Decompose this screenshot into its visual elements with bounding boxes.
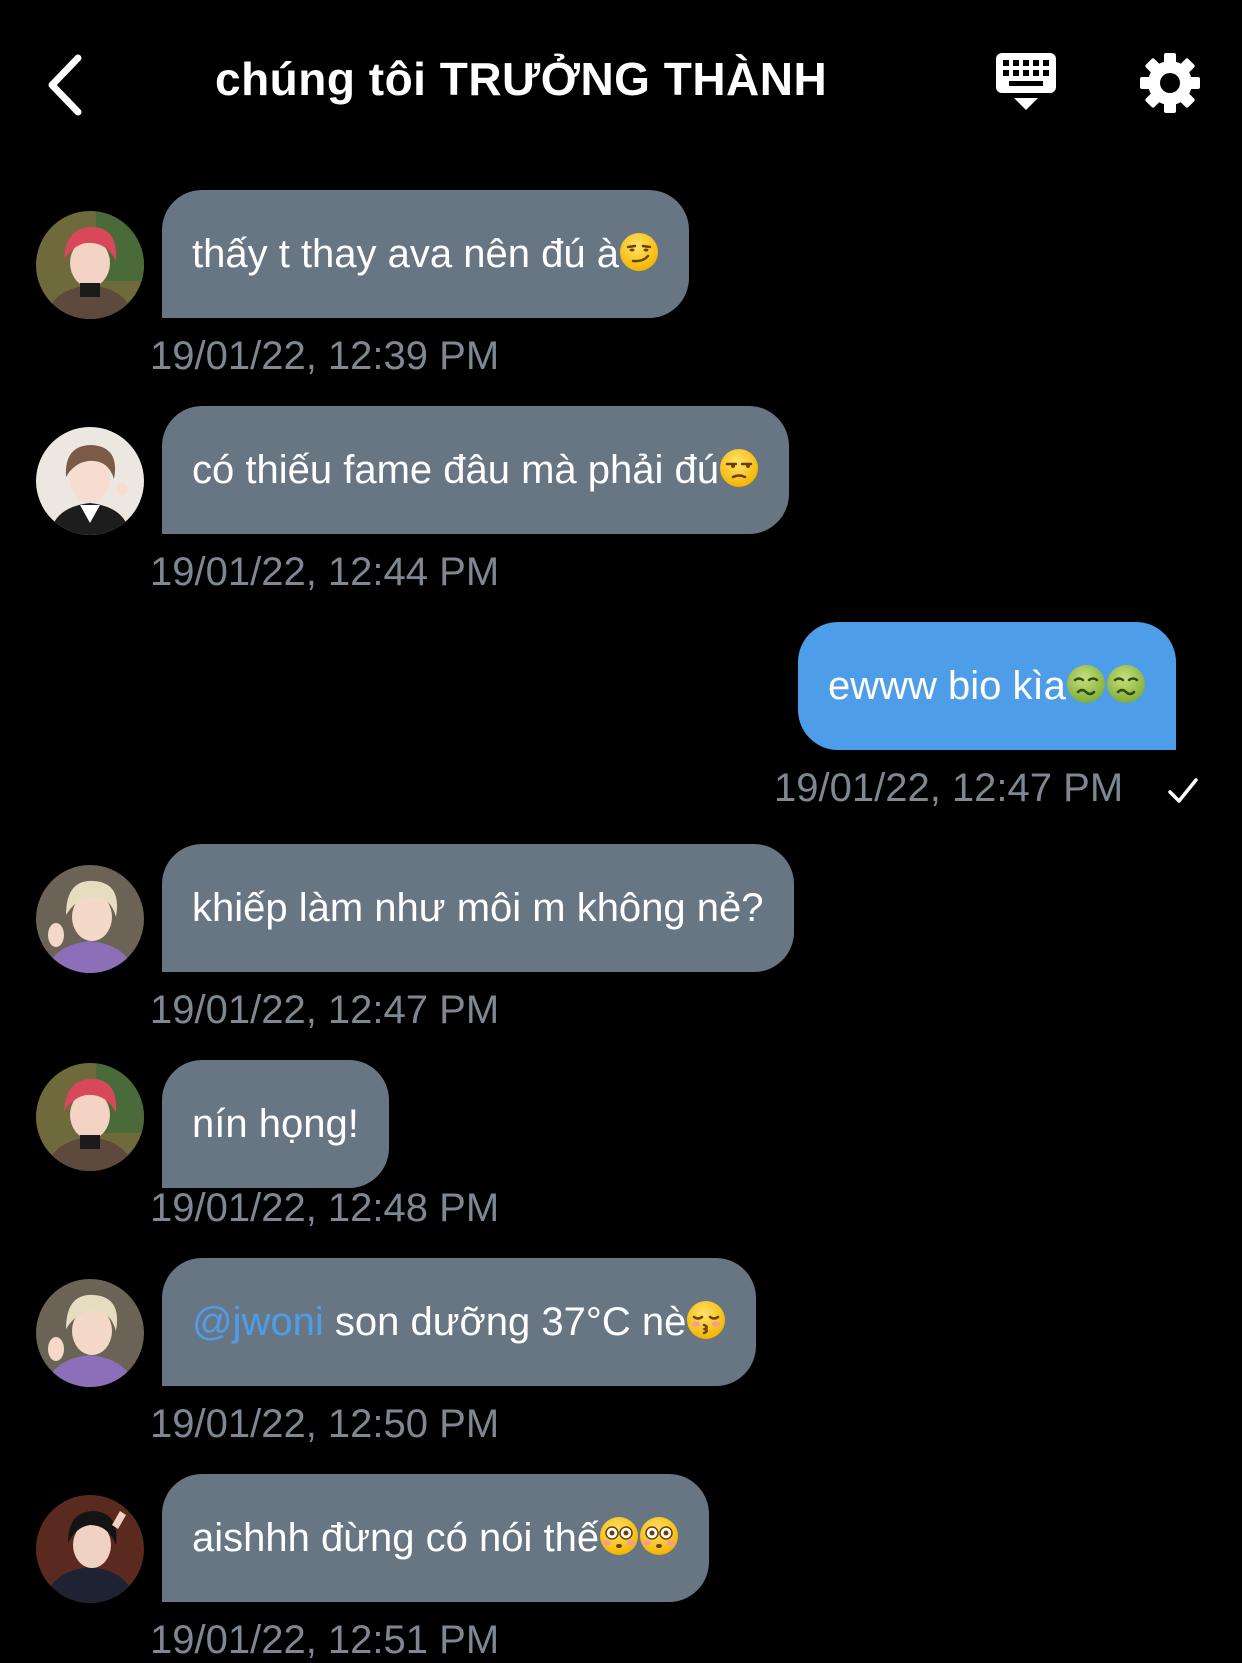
dark-hair-avatar	[36, 1495, 144, 1603]
avatar[interactable]	[36, 427, 144, 535]
avatar[interactable]	[36, 1495, 144, 1603]
message-text: aishhh đừng có nói thế	[192, 1516, 600, 1560]
avatar[interactable]	[36, 865, 144, 973]
message-bubble-outgoing[interactable]: ewww bio kìa	[798, 622, 1176, 750]
nauseated-emoji-icon	[1106, 665, 1145, 704]
message-text: nín họng!	[192, 1102, 359, 1146]
message-timestamp: 19/01/22, 12:51 PM	[150, 1618, 500, 1662]
chat-title: chúng tôi TRƯỞNG THÀNH	[215, 53, 828, 105]
message-bubble[interactable]: aishhh đừng có nói thế	[162, 1474, 710, 1602]
checkmark-icon	[1168, 778, 1198, 803]
keyboard-toggle-button[interactable]	[993, 50, 1059, 116]
message-timestamp: 19/01/22, 12:44 PM	[150, 550, 500, 594]
message-bubble[interactable]: thấy t thay ava nên đú à	[162, 190, 689, 318]
message-timestamp: 19/01/22, 12:47 PM	[150, 988, 500, 1032]
avatar[interactable]	[36, 211, 144, 319]
blonde-hair-avatar	[36, 1279, 144, 1387]
message-bubble[interactable]: khiếp làm như môi m không nẻ?	[162, 844, 794, 972]
gear-icon	[1140, 53, 1200, 113]
unamused-emoji-icon	[720, 449, 759, 488]
message-timestamp: 19/01/22, 12:47 PM	[774, 766, 1124, 810]
message-bubble[interactable]: có thiếu fame đâu mà phải đú	[162, 406, 790, 534]
light-background-avatar	[36, 427, 144, 535]
message-text: ewww bio kìa	[828, 664, 1066, 708]
red-hair-avatar	[36, 1063, 144, 1171]
chat-header: chúng tôi TRƯỞNG THÀNH	[0, 0, 1242, 165]
message-text: thấy t thay ava nên đú à	[192, 232, 619, 276]
nauseated-emoji-icon	[1066, 665, 1105, 704]
user-mention-link[interactable]: @jwoni	[192, 1300, 324, 1344]
message-text: khiếp làm như môi m không nẻ?	[192, 886, 764, 930]
avatar[interactable]	[36, 1279, 144, 1387]
chevron-left-icon	[48, 54, 82, 116]
back-button[interactable]	[40, 50, 100, 120]
message-bubble[interactable]: @jwoni son dưỡng 37°C nè	[162, 1258, 757, 1386]
settings-button[interactable]	[1137, 50, 1203, 116]
blonde-hair-avatar	[36, 865, 144, 973]
avatar[interactable]	[36, 1063, 144, 1171]
flushed-emoji-icon	[600, 1517, 639, 1556]
message-timestamp: 19/01/22, 12:39 PM	[150, 334, 500, 378]
message-text: son dưỡng 37°C nè	[323, 1300, 687, 1344]
message-timestamp: 19/01/22, 12:48 PM	[150, 1186, 500, 1230]
message-bubble[interactable]: nín họng!	[162, 1060, 389, 1188]
message-text: có thiếu fame đâu mà phải đú	[192, 448, 720, 492]
kissing-emoji-icon	[687, 1301, 726, 1340]
message-timestamp: 19/01/22, 12:50 PM	[150, 1402, 500, 1446]
smirk-emoji-icon	[619, 233, 658, 272]
keyboard-hide-icon	[996, 53, 1056, 110]
flushed-emoji-icon	[640, 1517, 679, 1556]
red-hair-avatar	[36, 211, 144, 319]
